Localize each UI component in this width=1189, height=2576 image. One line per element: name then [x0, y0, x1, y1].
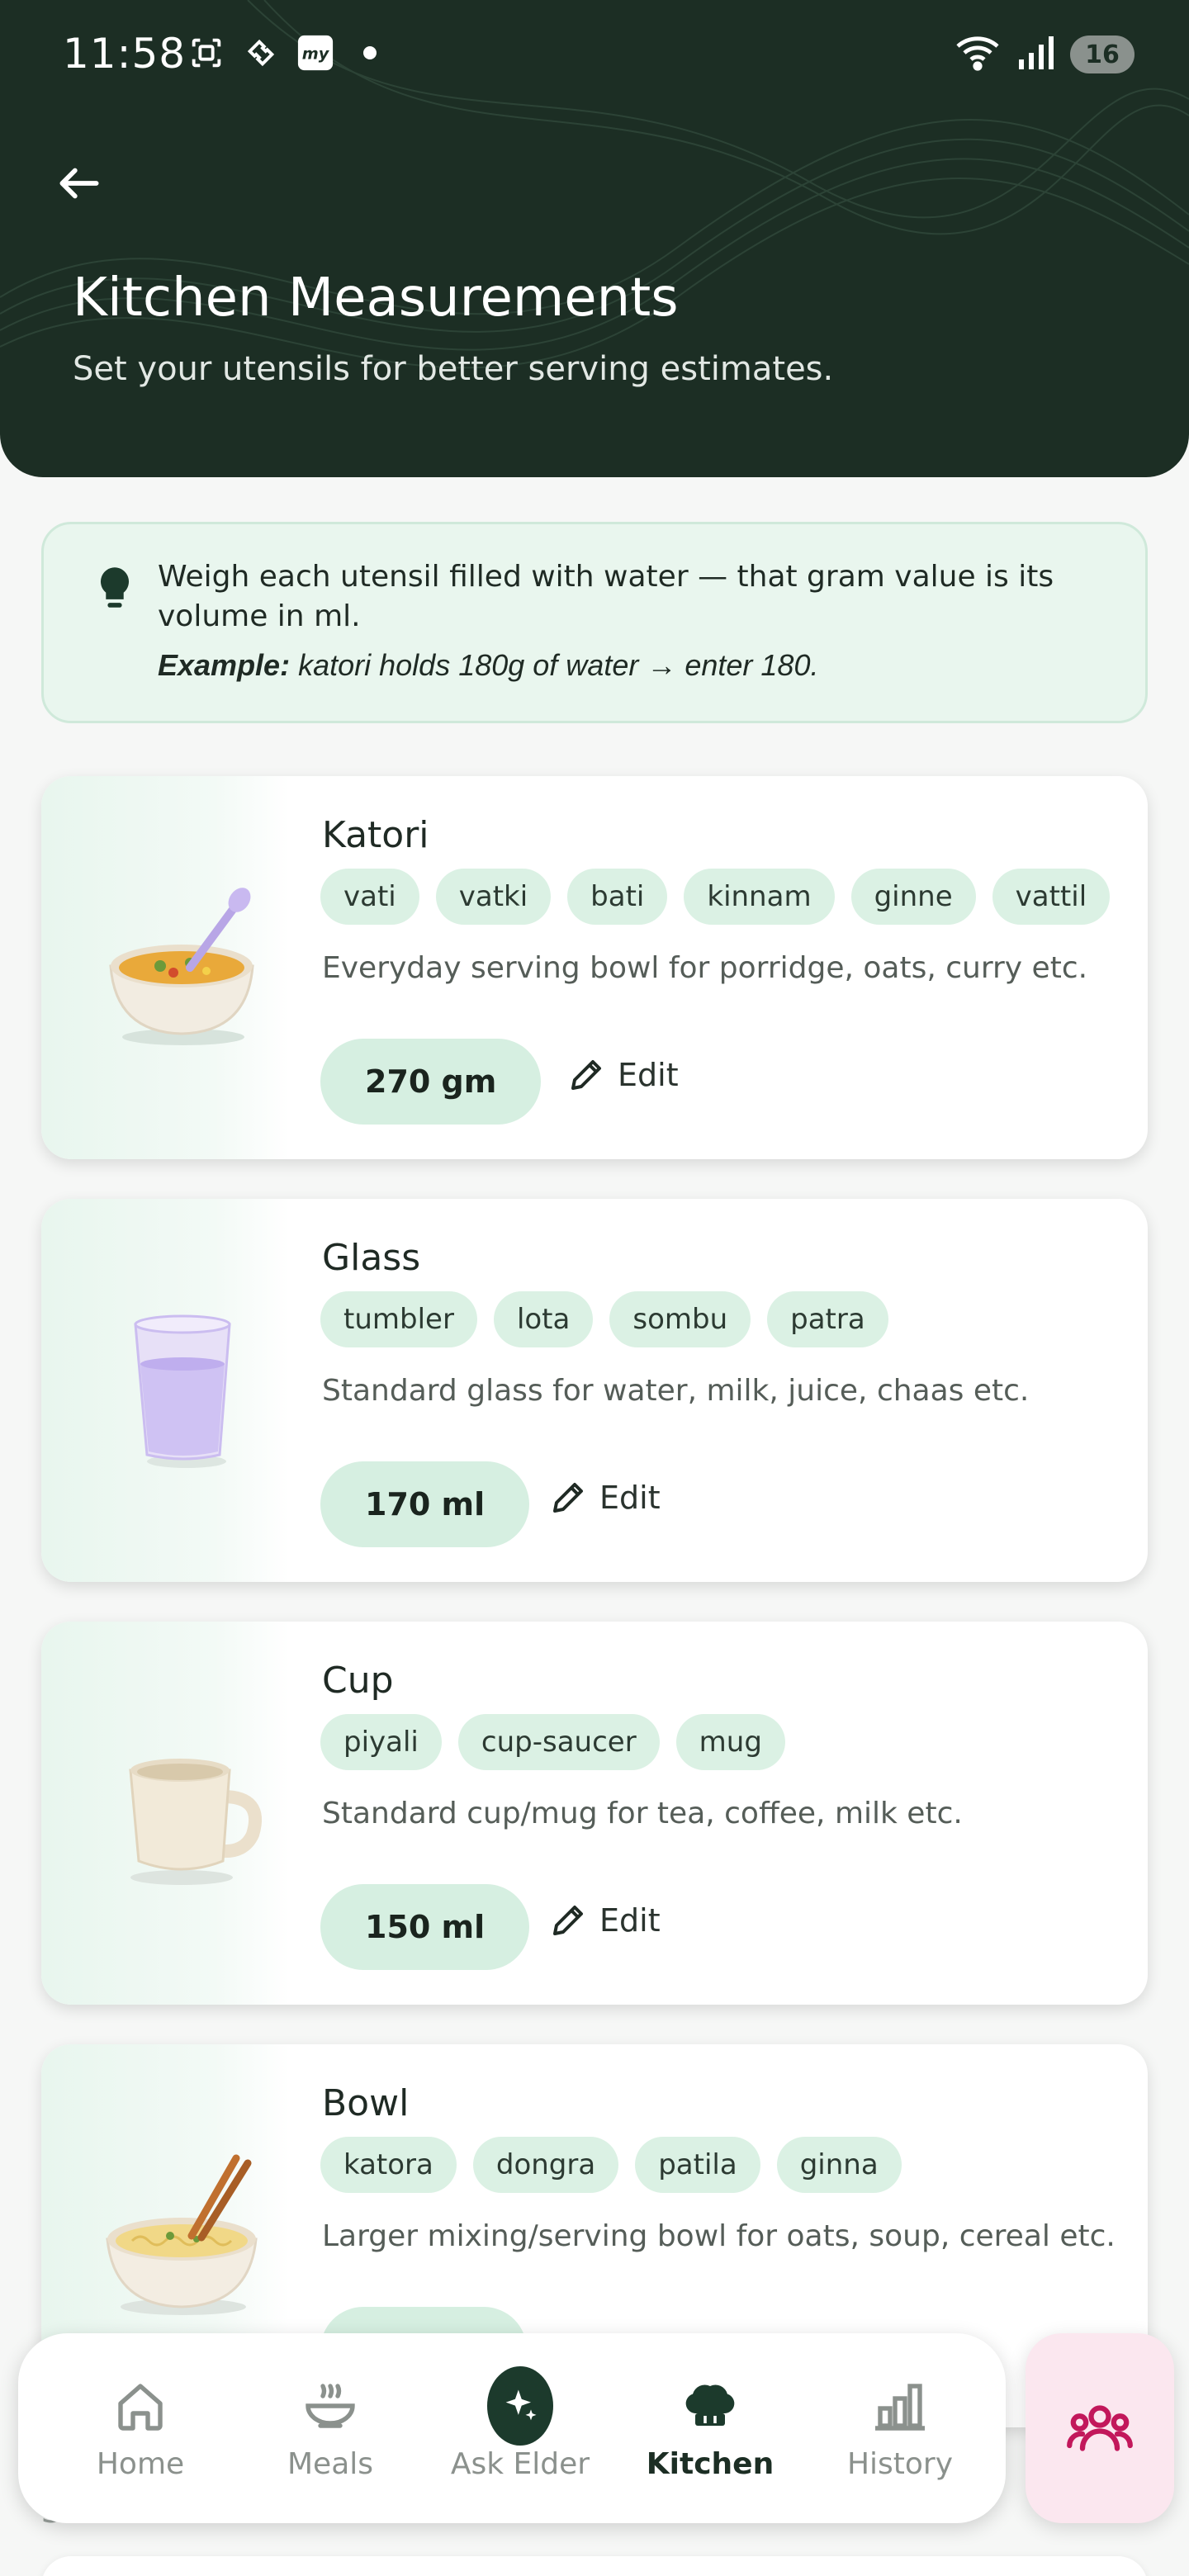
- arrow-left-icon: [59, 168, 99, 199]
- alias-tag: ginna: [776, 2137, 902, 2193]
- lightbulb-icon: [100, 567, 130, 608]
- alias-tag: vatki: [435, 869, 552, 925]
- measurement-value[interactable]: 150 ml: [320, 1884, 530, 1970]
- history-chart-icon: [867, 2373, 933, 2439]
- alias-tags: piyali cup-saucer mug: [320, 1714, 785, 1770]
- signal-icon: [1016, 33, 1059, 76]
- tip-example-text: katori holds 180g of water → enter 180.: [298, 648, 819, 682]
- alias-tags: vati vatki bati kinnam ginne vattil: [320, 869, 1111, 925]
- notification-dot-icon: [350, 33, 390, 73]
- tip-example: Example: katori holds 180g of water → en…: [158, 648, 818, 683]
- sparkle-icon: [487, 2366, 553, 2446]
- nav-label: Ask Elder: [450, 2447, 590, 2481]
- page-title: Kitchen Measurements: [73, 268, 679, 329]
- status-time: 11:58: [63, 30, 187, 78]
- nav-label: Kitchen: [646, 2447, 775, 2481]
- utensil-description: Everyday serving bowl for porridge, oats…: [322, 951, 1088, 985]
- alias-tag: piyali: [320, 1714, 442, 1770]
- nav-label: Meals: [287, 2447, 374, 2481]
- glass-illustration: [91, 1298, 272, 1480]
- utensil-card-glass[interactable]: Glass tumbler lota sombu patra Standard …: [41, 1199, 1148, 1582]
- header: 11:58 my 16 Kitchen Measurements Set you…: [0, 0, 1189, 477]
- pencil-icon: [571, 1060, 601, 1090]
- alias-tags: katora dongra patila ginna: [320, 2137, 902, 2193]
- utensil-name: Glass: [322, 1237, 421, 1279]
- utensil-card-cup[interactable]: Cup piyali cup-saucer mug Standard cup/m…: [41, 1622, 1148, 2005]
- wifi-icon: [955, 33, 1004, 76]
- nav-label: Home: [96, 2447, 185, 2481]
- pencil-icon: [553, 1906, 583, 1935]
- meals-icon: [297, 2373, 363, 2439]
- measurement-value[interactable]: 170 ml: [320, 1461, 530, 1547]
- nav-kitchen[interactable]: Kitchen: [619, 2333, 801, 2523]
- edit-label: Edit: [618, 1057, 679, 1093]
- alias-tag: tumbler: [320, 1291, 477, 1347]
- page-subtitle: Set your utensils for better serving est…: [73, 350, 834, 388]
- utensil-description: Larger mixing/serving bowl for oats, sou…: [322, 2219, 1116, 2253]
- tip-text: Weigh each utensil filled with water — t…: [158, 560, 1054, 633]
- ticket-icon: [241, 33, 281, 73]
- app-logo-icon: my: [296, 33, 335, 73]
- utensil-name: Bowl: [322, 2082, 410, 2124]
- home-icon: [107, 2373, 173, 2439]
- status-bar: 11:58 my 16: [0, 0, 1189, 107]
- bowl-illustration: [91, 2143, 272, 2325]
- alias-tag: bati: [567, 869, 668, 925]
- alias-tag: patila: [635, 2137, 760, 2193]
- utensil-description: Standard cup/mug for tea, coffee, milk e…: [322, 1797, 963, 1830]
- edit-button[interactable]: Edit: [548, 1478, 661, 1518]
- bottom-navigation: Home Meals Ask Elder Kitchen History: [18, 2333, 1006, 2523]
- katori-illustration: [91, 875, 272, 1057]
- alias-tag: cup-saucer: [457, 1714, 660, 1770]
- nav-label: History: [846, 2447, 954, 2481]
- chef-hat-icon: [677, 2373, 743, 2439]
- tip-example-label: Example:: [158, 648, 291, 682]
- nav-history[interactable]: History: [809, 2333, 991, 2523]
- alias-tag: sombu: [609, 1291, 751, 1347]
- nav-home[interactable]: Home: [50, 2333, 231, 2523]
- alias-tag: kinnam: [684, 869, 835, 925]
- back-button[interactable]: [50, 154, 109, 213]
- edit-label: Edit: [599, 1480, 661, 1516]
- alias-tag: mug: [675, 1714, 785, 1770]
- utensil-description: Standard glass for water, milk, juice, c…: [322, 1374, 1030, 1408]
- edit-button[interactable]: Edit: [566, 1055, 679, 1095]
- utensil-name: Katori: [322, 814, 429, 856]
- measurement-value[interactable]: 270 gm: [320, 1039, 542, 1125]
- measurement-card-peek: [41, 2556, 1148, 2576]
- pencil-icon: [553, 1483, 583, 1513]
- alias-tag: ginne: [850, 869, 976, 925]
- edit-button[interactable]: Edit: [548, 1901, 661, 1940]
- svg-text:my: my: [302, 45, 330, 64]
- utensil-card-katori[interactable]: Katori vati vatki bati kinnam ginne vatt…: [41, 776, 1148, 1159]
- nav-ask-elder[interactable]: Ask Elder: [429, 2333, 611, 2523]
- utensil-name: Cup: [322, 1660, 394, 1702]
- alias-tag: dongra: [472, 2137, 619, 2193]
- alias-tags: tumbler lota sombu patra: [320, 1291, 888, 1347]
- alias-tag: vattil: [992, 869, 1111, 925]
- alias-tag: lota: [493, 1291, 594, 1347]
- alias-tag: katora: [320, 2137, 457, 2193]
- alias-tag: patra: [767, 1291, 888, 1347]
- cup-illustration: [91, 1721, 272, 1902]
- community-fab-button[interactable]: [1026, 2333, 1174, 2523]
- edit-label: Edit: [599, 1902, 661, 1939]
- nav-meals[interactable]: Meals: [239, 2333, 421, 2523]
- tip-card: Weigh each utensil filled with water — t…: [41, 522, 1148, 723]
- alias-tag: vati: [320, 869, 419, 925]
- battery-indicator: 16: [1070, 36, 1135, 73]
- group-users-icon: [1067, 2405, 1133, 2451]
- screenshot-icon: [187, 33, 226, 73]
